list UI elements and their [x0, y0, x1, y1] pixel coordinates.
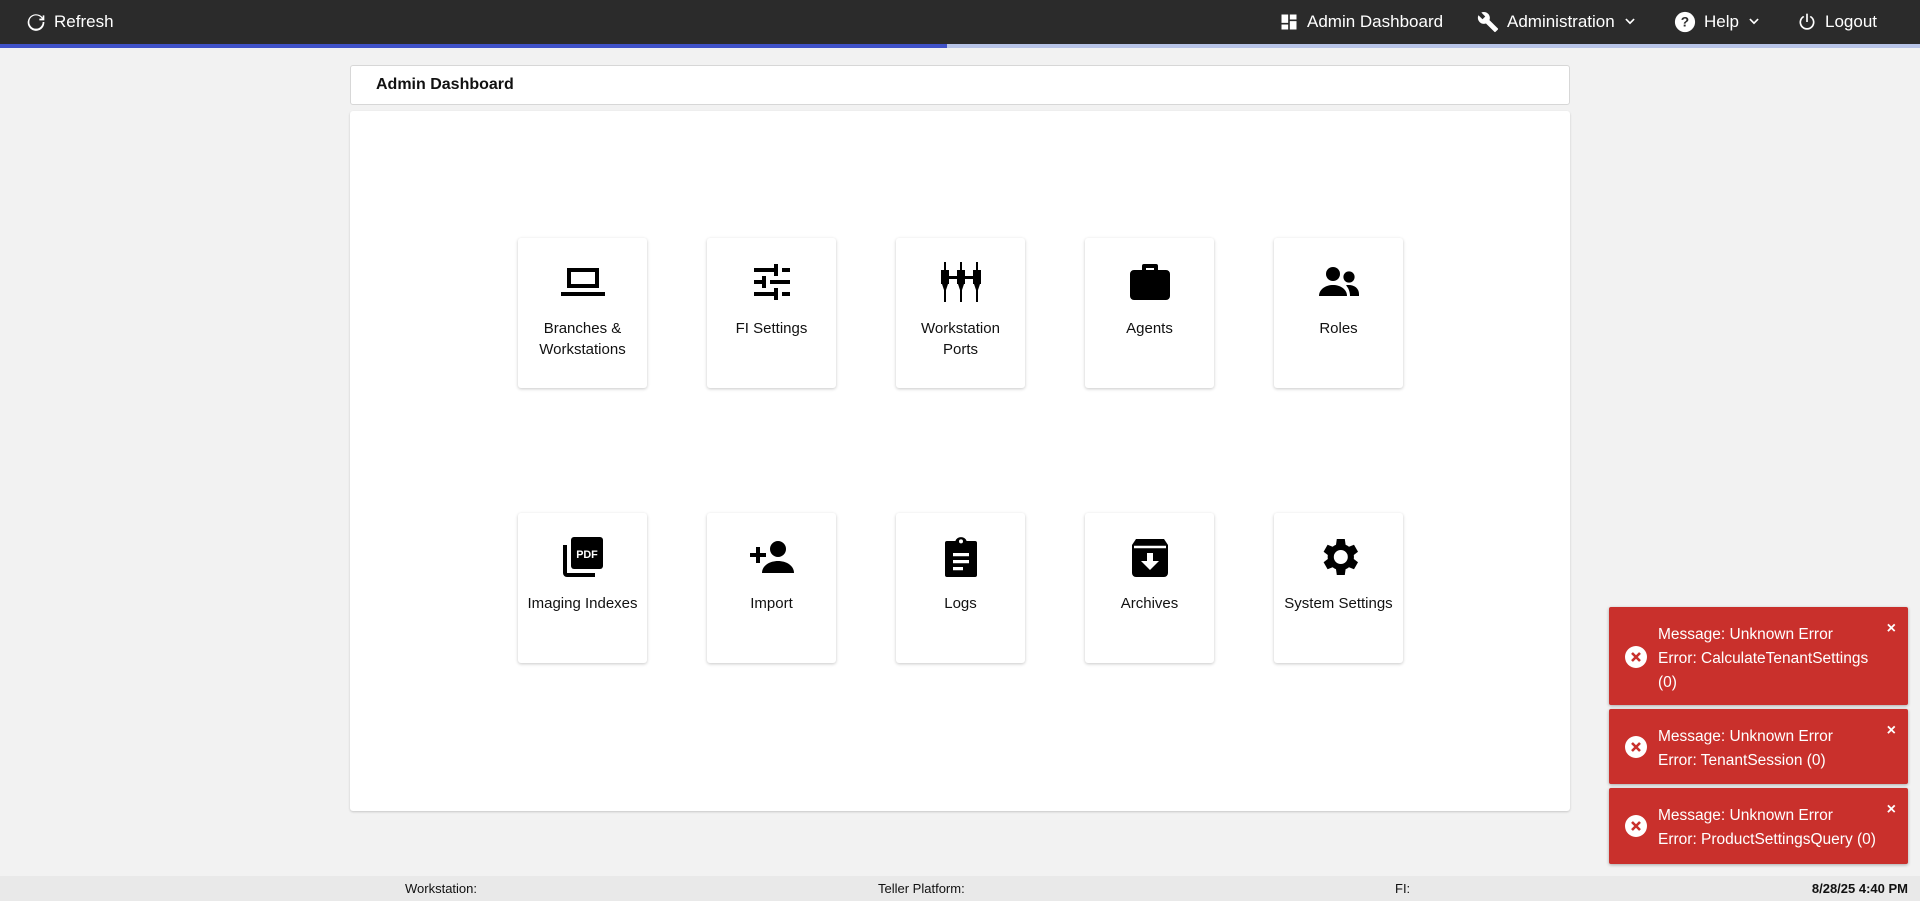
laptop-icon — [559, 258, 607, 306]
tile-logs[interactable]: Logs — [896, 513, 1025, 663]
tile-workstation-ports[interactable]: Workstation Ports — [896, 238, 1025, 388]
chevron-down-icon — [1625, 18, 1635, 25]
tile-label: Agents — [1126, 320, 1173, 337]
status-bar: Workstation: Teller Platform: FI: 8/28/2… — [0, 876, 1920, 901]
toast-close-button[interactable]: × — [1887, 802, 1896, 818]
error-toast: Message: Unknown Error Error: CalculateT… — [1609, 607, 1908, 705]
dashboard-panel: Branches & Workstations FI Settings Work… — [350, 111, 1570, 811]
tile-fi-settings[interactable]: FI Settings — [707, 238, 836, 388]
tile-label: Workstation Ports — [921, 320, 1000, 358]
tile-imaging-indexes[interactable]: PDF Imaging Indexes — [518, 513, 647, 663]
toast-text: Message: Unknown Error Error: CalculateT… — [1658, 623, 1878, 695]
toast-close-button[interactable]: × — [1887, 723, 1896, 739]
toast-error: Error: TenantSession (0) — [1658, 752, 1826, 769]
loading-progress-fill — [0, 44, 947, 48]
toast-message: Message: Unknown Error — [1658, 728, 1833, 745]
archive-icon — [1126, 533, 1174, 581]
gear-icon — [1315, 533, 1363, 581]
administration-menu[interactable]: Administration — [1477, 0, 1637, 44]
sliders-icon — [748, 258, 796, 306]
tile-agents[interactable]: Agents — [1085, 238, 1214, 388]
toast-error: Error: CalculateTenantSettings (0) — [1658, 650, 1869, 691]
fi-label: FI: — [1395, 881, 1411, 896]
toast-text: Message: Unknown Error Error: ProductSet… — [1658, 804, 1878, 852]
refresh-label: Refresh — [54, 12, 114, 31]
refresh-button[interactable]: Refresh — [26, 0, 114, 44]
tile-import[interactable]: Import — [707, 513, 836, 663]
power-icon — [1799, 13, 1815, 30]
loading-progress-bar — [0, 44, 1920, 48]
tile-label: Import — [750, 595, 793, 612]
wrench-icon — [1477, 12, 1499, 33]
admin-dashboard-label: Admin Dashboard — [1307, 12, 1444, 31]
error-circle-icon — [1625, 646, 1647, 668]
help-menu[interactable]: ? Help — [1674, 0, 1761, 44]
administration-label: Administration — [1507, 12, 1615, 31]
error-circle-icon — [1625, 736, 1647, 758]
error-circle-icon — [1625, 815, 1647, 837]
toast-close-button[interactable]: × — [1887, 621, 1896, 637]
teller-platform-label: Teller Platform: — [878, 881, 965, 896]
datetime-display: 8/28/25 4:40 PM — [1811, 881, 1908, 896]
help-label: Help — [1704, 12, 1739, 31]
tile-system-settings[interactable]: System Settings — [1274, 513, 1403, 663]
clipboard-icon — [937, 533, 985, 581]
tile-label: System Settings — [1284, 595, 1393, 612]
tile-roles[interactable]: Roles — [1274, 238, 1403, 388]
tile-label: FI Settings — [735, 320, 808, 337]
tile-label: Imaging Indexes — [527, 595, 638, 612]
tile-label: Archives — [1120, 595, 1179, 612]
tile-archives[interactable]: Archives — [1085, 513, 1214, 663]
tile-label: Roles — [1319, 320, 1358, 337]
briefcase-icon — [1126, 258, 1174, 306]
page-title-text: Admin Dashboard — [376, 76, 514, 93]
pdf-icon: PDF — [559, 533, 607, 581]
workstation-label: Workstation: — [405, 881, 478, 896]
ports-icon — [937, 258, 985, 306]
help-icon: ? — [1674, 11, 1696, 33]
toast-error: Error: ProductSettingsQuery (0) — [1658, 831, 1876, 848]
people-icon — [1315, 258, 1363, 306]
logout-button[interactable]: Logout — [1797, 0, 1877, 44]
svg-text:PDF: PDF — [576, 549, 598, 561]
refresh-icon — [27, 14, 45, 31]
top-navbar: Refresh Admin Dashboard Administration ?… — [0, 0, 1920, 44]
error-toast: Message: Unknown Error Error: ProductSet… — [1609, 788, 1908, 864]
toast-text: Message: Unknown Error Error: TenantSess… — [1658, 725, 1878, 773]
error-toast: Message: Unknown Error Error: TenantSess… — [1609, 709, 1908, 784]
add-person-icon — [748, 533, 796, 581]
dashboard-icon — [1281, 14, 1297, 30]
chevron-down-icon — [1749, 18, 1759, 25]
toast-message: Message: Unknown Error — [1658, 807, 1833, 824]
tile-label: Logs — [944, 595, 977, 612]
toast-message: Message: Unknown Error — [1658, 626, 1833, 643]
tile-label: Branches & Workstations — [539, 320, 626, 358]
svg-text:?: ? — [1681, 15, 1689, 30]
tile-branches-workstations[interactable]: Branches & Workstations — [518, 238, 647, 388]
page-title: Admin Dashboard — [350, 65, 1570, 105]
admin-dashboard-link[interactable]: Admin Dashboard — [1279, 0, 1443, 44]
logout-label: Logout — [1825, 12, 1877, 31]
